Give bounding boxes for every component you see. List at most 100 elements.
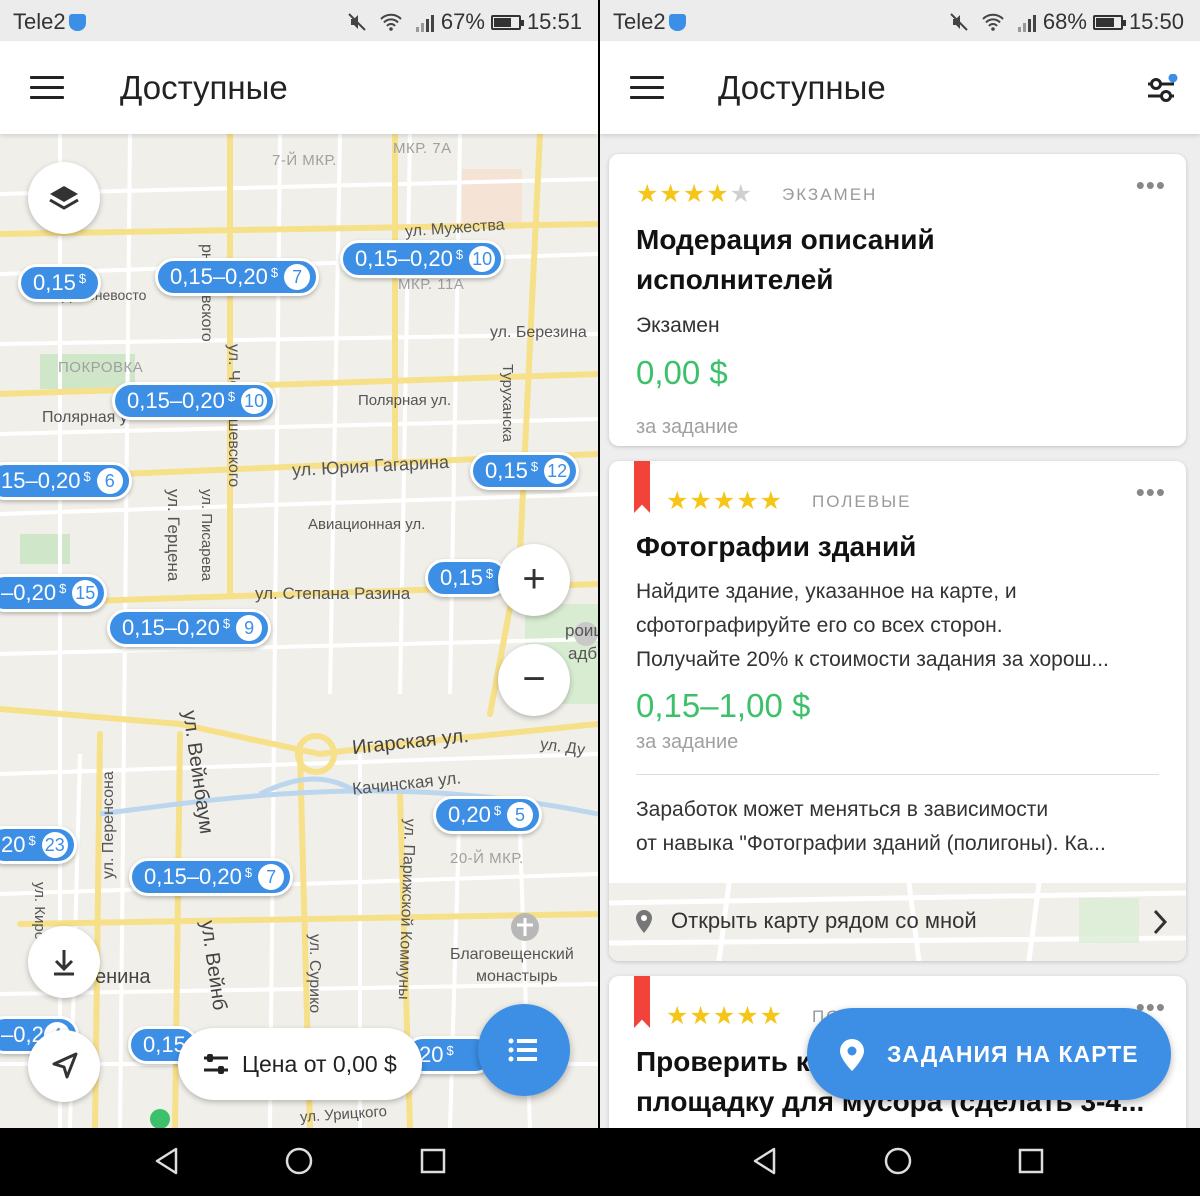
pin-currency: $ <box>530 459 539 474</box>
task-title-line2: исполнителей <box>636 264 834 295</box>
map-label-perensona: ул. Перенсона <box>100 771 117 879</box>
map-label-mkr7: 7-Й МКР. <box>272 152 337 169</box>
battery-percent: 67% <box>440 9 485 34</box>
task-pin[interactable]: 0,15 $ <box>425 559 509 597</box>
divider <box>636 774 1159 775</box>
app-bar: Доступные <box>600 41 1200 134</box>
task-pin[interactable]: 0,15–0,20 $10 <box>340 240 505 278</box>
map-label-pokrovka: ПОКРОВКА <box>58 359 144 376</box>
map-label-stroi: роиц <box>565 621 598 640</box>
pin-count: 7 <box>258 864 285 890</box>
task-category-tag: ЭКЗАМЕН <box>782 185 878 204</box>
map-label-mkr20: 20-Й МКР. <box>450 850 524 867</box>
pin-currency: $ <box>28 833 36 848</box>
price-unit: за задание <box>636 416 739 438</box>
price-filter-chip[interactable]: Цена от 0,00 $ <box>178 1028 422 1100</box>
task-title: Модерация описаний <box>636 224 935 255</box>
task-title: Фотографии зданий <box>636 531 917 562</box>
map-label-aviacionnaya: Авиационная ул. <box>308 516 426 533</box>
page-title: Доступные <box>718 69 886 106</box>
back-icon[interactable] <box>750 1146 780 1176</box>
pin-price: 0,15–0,20 <box>127 388 225 413</box>
pin-price: 20 <box>1 832 26 857</box>
task-card[interactable]: ★★★★★ ПОЛЕВЫЕ ••• Фотографии зданий Найд… <box>609 461 1186 961</box>
carrier-shield-icon <box>668 14 686 31</box>
list-icon <box>508 1038 537 1062</box>
task-pin[interactable]: 0,15–0,20 $7 <box>129 858 294 896</box>
map-label-ladb: адб <box>568 644 598 663</box>
pin-currency: $ <box>59 581 67 596</box>
tasks-map[interactable]: 7-Й МКР. МКР. 7А ул. Мужества МКР. 11А Д… <box>0 134 598 1128</box>
map-label-stepana-razina: ул. Степана Разина <box>255 584 411 603</box>
task-pin[interactable]: 0,15 $ <box>18 264 102 302</box>
zoom-in-button[interactable]: + <box>498 544 570 616</box>
back-icon[interactable] <box>152 1146 182 1176</box>
map-layers-button[interactable] <box>28 162 100 234</box>
price-unit: за задание <box>636 731 739 753</box>
home-icon[interactable] <box>883 1146 913 1176</box>
open-nearby-map-link[interactable]: Открыть карту рядом со мной <box>609 883 1186 961</box>
mute-icon <box>347 13 366 31</box>
more-options-icon[interactable]: ••• <box>1136 477 1166 508</box>
location-pin-icon <box>840 1039 864 1071</box>
task-pin[interactable]: 0,20 $5 <box>433 796 543 834</box>
recents-icon[interactable] <box>1016 1146 1046 1176</box>
signal-icon <box>415 15 434 32</box>
map-label-lenina: енина <box>95 966 151 988</box>
task-feed[interactable]: ★★★★★ ЭКЗАМЕН ••• Модерация описаний исп… <box>600 134 1200 1128</box>
task-pin[interactable]: 20 $23 <box>0 826 77 864</box>
bookmark-icon <box>634 976 650 1028</box>
tasks-on-map-button[interactable]: ЗАДАНИЯ НА КАРТЕ <box>807 1008 1171 1100</box>
carrier-label: Tele2 <box>613 9 686 35</box>
pin-count: 6 <box>96 468 123 494</box>
map-label-turuhanskaya: Туруханска <box>499 364 516 443</box>
map-label-pisareva: ул. Писарева <box>198 489 215 582</box>
price-filter-label: Цена от 0,00 $ <box>242 1050 397 1077</box>
battery-percent: 68% <box>1042 9 1087 34</box>
carrier-shield-icon <box>68 14 86 31</box>
carrier-label: Tele2 <box>13 9 86 35</box>
filter-settings-icon[interactable] <box>1144 74 1178 104</box>
navigation-arrow-icon <box>52 1052 78 1079</box>
clock: 15:51 <box>526 9 582 34</box>
signal-icon <box>1017 15 1036 32</box>
more-options-icon[interactable]: ••• <box>1136 170 1166 201</box>
task-category-tag: ПОЛЕВЫЕ <box>812 492 912 511</box>
pin-currency: $ <box>227 389 236 404</box>
wifi-icon <box>982 13 1004 31</box>
menu-icon[interactable] <box>630 76 664 100</box>
pin-currency: $ <box>446 1043 454 1058</box>
pin-currency: $ <box>493 803 502 818</box>
map-label-berezina: ул. Березина <box>490 324 587 341</box>
download-button[interactable] <box>28 926 100 998</box>
pin-count: 15 <box>72 580 99 606</box>
task-pin[interactable]: 15–0,20 $6 <box>0 462 132 500</box>
rating-stars: ★★★★★ <box>666 1002 784 1030</box>
task-pin[interactable]: 0,15 $12 <box>470 452 580 490</box>
task-card[interactable]: ★★★★★ ЭКЗАМЕН ••• Модерация описаний исп… <box>609 154 1186 446</box>
home-icon[interactable] <box>284 1146 314 1176</box>
list-view-button[interactable] <box>478 1004 570 1096</box>
pin-currency: $ <box>244 865 253 880</box>
pin-price: 0,15–0,20 <box>170 264 268 289</box>
status-bar: Tele2 67% 15:51 <box>0 0 598 41</box>
mute-icon <box>949 13 968 31</box>
task-price: 0,00 $ <box>636 354 728 391</box>
my-location-button[interactable] <box>28 1030 100 1102</box>
task-pin[interactable]: 0,15–0,20 $9 <box>107 609 272 647</box>
bookmark-icon <box>634 461 650 513</box>
task-pin[interactable]: 0,15–0,20 $7 <box>155 258 320 296</box>
battery-icon <box>1092 15 1126 30</box>
status-bar: Tele2 68% 15:50 <box>600 0 1200 41</box>
page-title: Доступные <box>120 69 288 106</box>
task-description-line2: сфотографируйте его со всех сторон. <box>636 614 1003 637</box>
recents-icon[interactable] <box>418 1146 448 1176</box>
task-pin[interactable]: 0,15–0,20 $10 <box>112 382 277 420</box>
pin-currency: $ <box>270 265 279 280</box>
pin-count: 9 <box>236 615 263 641</box>
zoom-out-button[interactable]: − <box>498 644 570 716</box>
task-title: Проверить к <box>636 1046 810 1077</box>
pin-price: 0,15–0,20 <box>355 246 453 271</box>
menu-icon[interactable] <box>30 76 64 100</box>
task-pin[interactable]: –0,20 $15 <box>0 574 108 612</box>
